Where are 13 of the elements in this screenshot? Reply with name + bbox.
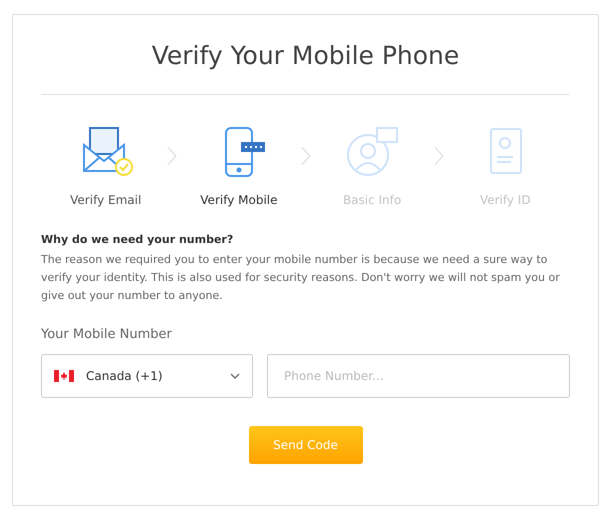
chevron-right-icon <box>300 145 312 167</box>
field-label: Your Mobile Number <box>41 327 173 342</box>
info-heading: Why do we need your number? <box>41 233 234 246</box>
flag-icon <box>54 370 74 382</box>
info-text: The reason we required you to enter your mobile number is because we need a sure way to verify your identity. This is also used for security reasons. Don't worry we will not spam you or give out your number to anyone. <box>41 252 561 304</box>
chevron-right-icon <box>432 145 445 167</box>
page-title: Verify Your Mobile Phone <box>150 41 460 70</box>
step-label[interactable]: Verify Mobile <box>200 193 278 207</box>
step-label[interactable]: Verify Email <box>70 193 142 207</box>
phone-input[interactable]: Phone Number... <box>267 354 570 398</box>
chevron-down-icon <box>230 373 240 379</box>
country-select[interactable]: Canada (+1) <box>41 354 253 398</box>
chevron-right-icon <box>166 145 178 167</box>
